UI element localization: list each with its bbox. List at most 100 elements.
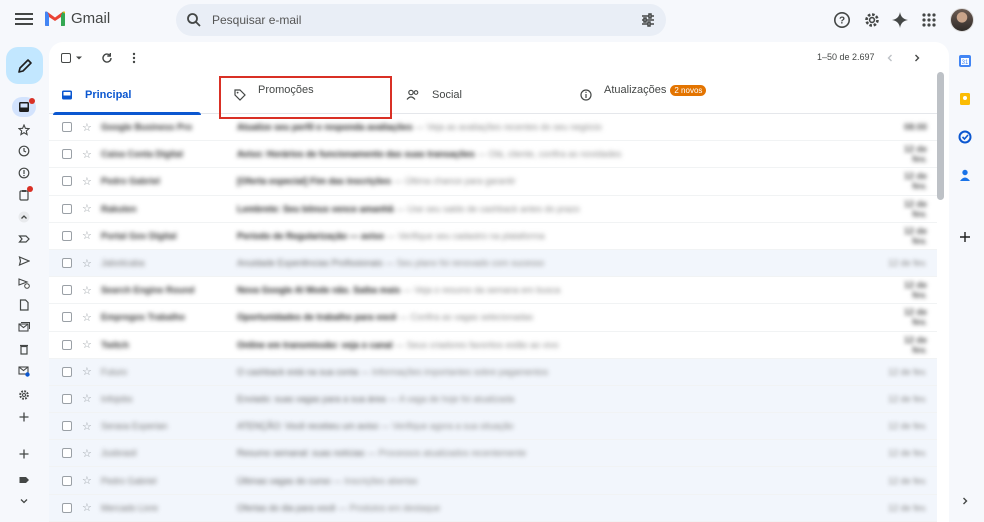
row-checkbox[interactable]: [62, 149, 72, 160]
collapse-nav-item[interactable]: [14, 207, 34, 227]
settings-nav-item[interactable]: [14, 385, 34, 405]
row-checkbox[interactable]: [62, 393, 72, 404]
more-labels-nav-item[interactable]: [14, 491, 34, 511]
star-icon[interactable]: ☆: [82, 338, 92, 351]
row-checkbox[interactable]: [62, 312, 72, 323]
star-icon[interactable]: ☆: [82, 392, 92, 405]
email-snippet: — Olá, cliente, confira as novidades: [474, 149, 622, 160]
all-mail-nav-item[interactable]: [14, 317, 34, 337]
row-checkbox[interactable]: [62, 176, 72, 187]
star-icon[interactable]: ☆: [82, 175, 92, 188]
star-icon[interactable]: ☆: [82, 257, 92, 270]
tab-atualizacoes[interactable]: Atualizações 2 novos: [580, 76, 707, 114]
trash-nav-item[interactable]: [14, 339, 34, 359]
row-checkbox[interactable]: [62, 285, 72, 296]
label-item-nav-item[interactable]: [14, 470, 34, 490]
star-icon[interactable]: ☆: [82, 121, 92, 134]
main-menu-button[interactable]: [14, 10, 34, 30]
star-icon[interactable]: ☆: [82, 501, 92, 514]
email-date: 12 de fev.: [888, 421, 927, 432]
tab-social[interactable]: Social: [406, 76, 462, 114]
inbox-nav-item[interactable]: [12, 97, 36, 117]
tasks-icon[interactable]: [956, 128, 974, 146]
settings-icon[interactable]: [862, 10, 882, 30]
email-row[interactable]: ☆ Portal Gov Digital Período de Regulariza…: [49, 223, 937, 250]
refresh-button[interactable]: [101, 50, 113, 66]
star-icon[interactable]: ☆: [82, 447, 92, 460]
tab-principal[interactable]: Principal: [52, 76, 203, 115]
get-addons-icon[interactable]: [956, 228, 974, 246]
inbox-icon: [19, 102, 29, 112]
select-all-checkbox[interactable]: [61, 50, 83, 66]
email-row[interactable]: ☆ Mercado Livre Ofertas do dia para você —…: [49, 494, 937, 522]
contacts-icon[interactable]: [956, 166, 974, 184]
email-subject-line: Atualize seu perfil e responda avaliaçõe…: [237, 122, 857, 132]
new-label-nav-item[interactable]: [14, 444, 34, 464]
gmail-logo[interactable]: Gmail: [44, 10, 110, 27]
label-outline-icon: [18, 235, 30, 243]
star-icon[interactable]: ☆: [82, 311, 92, 324]
create-label-nav-item[interactable]: [14, 407, 34, 427]
email-sender: Portal Gov Digital: [101, 230, 177, 241]
sent-nav-item[interactable]: [14, 185, 34, 205]
email-row[interactable]: ☆ Google Business Pro Atualize seu perfil …: [49, 114, 937, 142]
star-icon[interactable]: ☆: [82, 284, 92, 297]
account-avatar[interactable]: [950, 8, 974, 32]
search-options-icon[interactable]: [640, 12, 656, 28]
email-snippet: — Inscrições abertas: [330, 475, 418, 486]
email-row[interactable]: ☆ Rakuten Lembrete: Seu bônus vence amanhã…: [49, 196, 937, 223]
search-input[interactable]: [212, 4, 632, 36]
email-row[interactable]: ☆ Pedro Gabriel [Oferta especial] Fim das …: [49, 168, 937, 196]
row-checkbox[interactable]: [62, 230, 72, 241]
important-nav-item[interactable]: [14, 163, 34, 183]
star-icon[interactable]: ☆: [82, 474, 92, 487]
star-icon[interactable]: ☆: [82, 229, 92, 242]
row-checkbox[interactable]: [62, 421, 72, 432]
send-nav-item[interactable]: [14, 251, 34, 271]
email-row[interactable]: ☆ Pedro Gabriel Últimas vagas do curso — I…: [49, 467, 937, 495]
row-checkbox[interactable]: [62, 203, 72, 214]
apps-grid-icon[interactable]: [919, 10, 939, 30]
gemini-sparkle-icon[interactable]: [890, 10, 910, 30]
calendar-icon[interactable]: 31: [956, 52, 974, 70]
tab-promocoes[interactable]: Promoções: [234, 76, 314, 114]
more-options-button[interactable]: [129, 50, 139, 66]
labels-nav-item[interactable]: [14, 229, 34, 249]
row-checkbox[interactable]: [62, 258, 72, 269]
help-icon[interactable]: ?: [832, 10, 852, 30]
email-row[interactable]: ☆ Twitch Online em transmissão: veja o can…: [49, 332, 937, 359]
email-subject-line: ATENÇÃO: Você recebeu um aviso — Verifiq…: [237, 421, 857, 431]
email-row[interactable]: ☆ Infojobs Enviado: suas vagas para a sua …: [49, 385, 937, 414]
star-icon[interactable]: ☆: [82, 148, 92, 161]
row-checkbox[interactable]: [62, 502, 72, 513]
starred-nav-item[interactable]: [14, 120, 34, 140]
email-row[interactable]: ☆ Jusbrasil Resumo semanal: suas notícias …: [49, 440, 937, 468]
star-icon[interactable]: ☆: [82, 365, 92, 378]
manage-subscriptions-nav-item[interactable]: [14, 361, 34, 381]
row-checkbox[interactable]: [62, 475, 72, 486]
scheduled-nav-item[interactable]: [14, 273, 34, 293]
compose-button[interactable]: [6, 47, 43, 84]
expand-side-panel-icon[interactable]: [956, 492, 974, 510]
older-page-button[interactable]: [912, 50, 922, 66]
email-row[interactable]: ☆ Jaboticaba Anuidade Experiências Profiss…: [49, 249, 937, 278]
email-row[interactable]: ☆ Empregos Trabalho Oportunidades de traba…: [49, 304, 937, 332]
row-checkbox[interactable]: [62, 339, 72, 350]
row-checkbox[interactable]: [62, 122, 72, 133]
email-row[interactable]: ☆ Caixa Conta Digital Aviso: Horários de f…: [49, 141, 937, 169]
email-row[interactable]: ☆ Serasa Experian ATENÇÃO: Você recebeu um…: [49, 413, 937, 441]
keep-icon[interactable]: [956, 90, 974, 108]
tag-icon: [234, 89, 246, 101]
chevron-down-icon: [20, 499, 28, 504]
star-icon[interactable]: ☆: [82, 420, 92, 433]
list-scrollbar[interactable]: [937, 72, 944, 200]
row-checkbox[interactable]: [62, 448, 72, 459]
star-icon[interactable]: ☆: [82, 202, 92, 215]
newer-page-button[interactable]: [885, 50, 895, 66]
drafts-nav-item[interactable]: [14, 295, 34, 315]
search-icon[interactable]: [186, 12, 202, 28]
email-row[interactable]: ☆ Futuro O cashback está na sua conta — In…: [49, 358, 937, 386]
snoozed-nav-item[interactable]: [14, 141, 34, 161]
row-checkbox[interactable]: [62, 366, 72, 377]
email-row[interactable]: ☆ Search Engine Round Nova Google AI Mode …: [49, 277, 937, 305]
